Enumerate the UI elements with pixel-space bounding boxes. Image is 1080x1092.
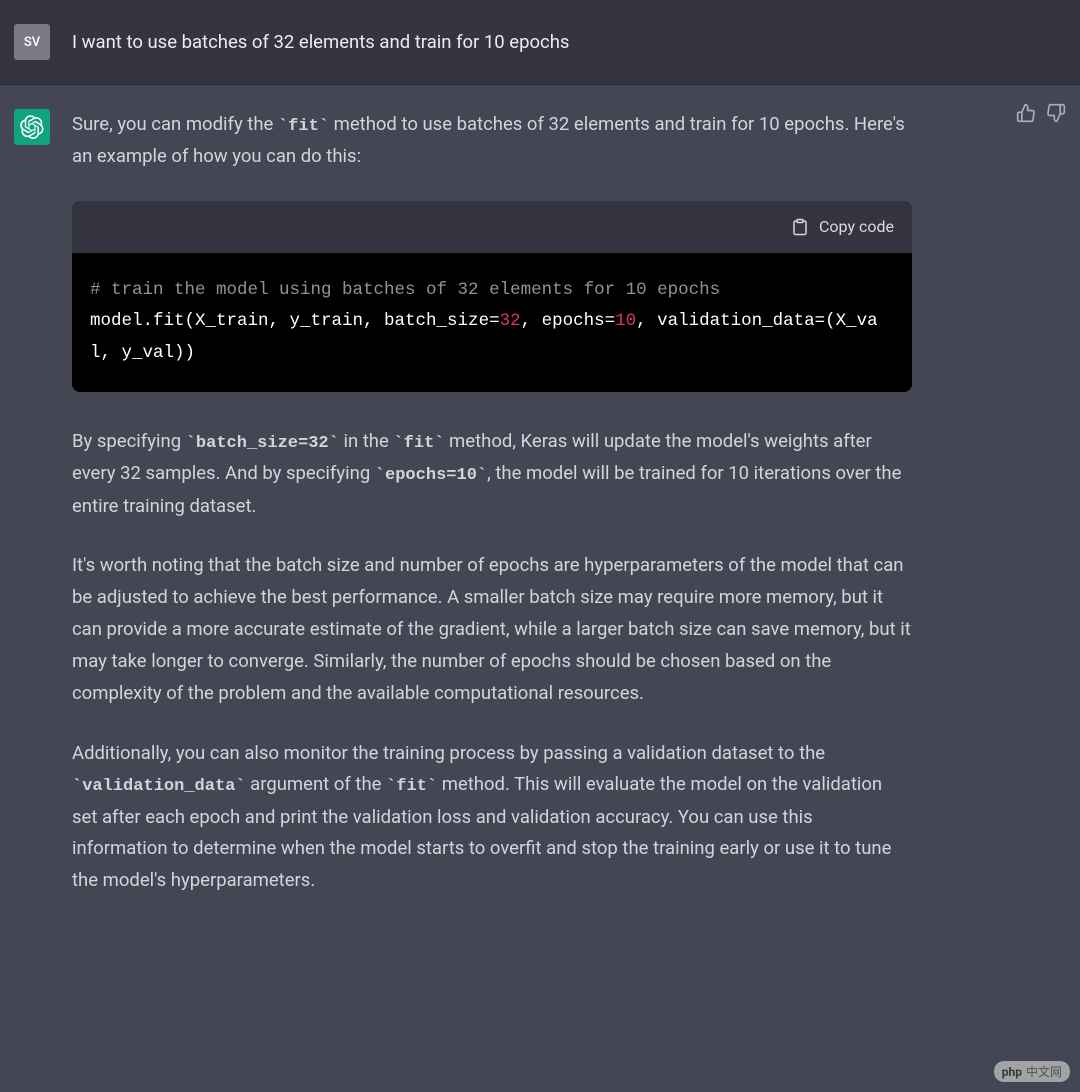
inline-code: `batch_size=32` — [186, 434, 339, 453]
thumbs-down-icon[interactable] — [1046, 103, 1066, 123]
assistant-message: Sure, you can modify the `fit` method to… — [0, 85, 1080, 921]
assistant-content: Sure, you can modify the `fit` method to… — [72, 109, 972, 897]
clipboard-icon — [791, 218, 809, 236]
thumbs-up-icon[interactable] — [1016, 103, 1036, 123]
inline-code: `fit` — [393, 434, 444, 453]
user-message: SV I want to use batches of 32 elements … — [0, 0, 1080, 85]
code-toolbar: Copy code — [72, 201, 912, 253]
text: Sure, you can modify the — [72, 113, 278, 135]
paragraph-2: By specifying `batch_size=32` in the `fi… — [72, 426, 912, 522]
code-comment: # train the model using batches of 32 el… — [90, 280, 720, 300]
copy-code-button[interactable]: Copy code — [791, 213, 894, 241]
code-text: , epochs= — [521, 311, 616, 331]
text: Additionally, you can also monitor the t… — [72, 742, 825, 764]
code-text: model.fit(X_train, y_train, batch_size= — [90, 311, 500, 331]
inline-code-fit: `fit` — [278, 117, 329, 136]
code-number: 10 — [615, 311, 636, 331]
watermark-brand: php — [1002, 1065, 1022, 1079]
text: argument of the — [246, 773, 386, 795]
code-block: Copy code # train the model using batche… — [72, 201, 912, 392]
assistant-avatar — [14, 109, 50, 145]
avatar-initials: SV — [24, 35, 40, 50]
inline-code: `fit` — [386, 777, 437, 796]
user-text: I want to use batches of 32 elements and… — [72, 24, 972, 60]
inline-code: `epochs=10` — [375, 466, 487, 485]
code-content: # train the model using batches of 32 el… — [72, 253, 912, 393]
message-actions — [1016, 103, 1066, 123]
text: By specifying — [72, 430, 186, 452]
intro-paragraph: Sure, you can modify the `fit` method to… — [72, 109, 912, 173]
code-number: 32 — [500, 311, 521, 331]
paragraph-4: Additionally, you can also monitor the t… — [72, 738, 912, 898]
copy-label: Copy code — [819, 213, 894, 241]
watermark: php 中文网 — [994, 1061, 1070, 1082]
user-avatar: SV — [14, 24, 50, 60]
paragraph-3: It's worth noting that the batch size an… — [72, 550, 912, 709]
text: in the — [339, 430, 394, 452]
openai-icon — [20, 115, 44, 139]
inline-code: `validation_data` — [72, 777, 246, 796]
watermark-text: 中文网 — [1026, 1063, 1062, 1080]
